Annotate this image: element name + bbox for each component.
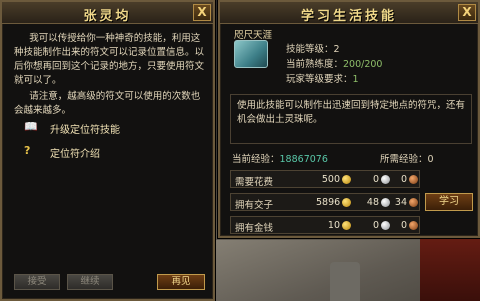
npc-dialog-titlebar[interactable]: 张灵均	[2, 2, 213, 24]
copper-amount: 34	[394, 197, 407, 208]
gold-coin-icon	[342, 221, 351, 230]
copper-coin-icon	[409, 198, 418, 207]
silver-coin-icon	[381, 175, 390, 184]
requirement-label: 玩家等级要求：	[286, 74, 353, 85]
silver-amount: 0	[372, 220, 379, 231]
goodbye-button[interactable]: 再见	[157, 274, 205, 290]
gold-amount: 10	[327, 220, 340, 231]
gold-amount: 5896	[316, 197, 341, 208]
skill-level-value: 2	[333, 44, 340, 55]
npc-dialog-paragraph: 我可以传授给你一种神奇的技能，利用这种技能制作出来的符文可以记录位置信息。以后你…	[14, 33, 205, 86]
cost-row: 需要花费 500 0 0	[230, 170, 420, 188]
owned-money-label: 拥有金钱	[235, 223, 274, 234]
current-exp: 当前经验：18867076	[232, 151, 328, 165]
required-exp: 所需经验：0	[380, 151, 434, 165]
silver-amount: 0	[372, 174, 379, 185]
skill-panel-title: 学习生活技能	[300, 9, 397, 24]
continue-button[interactable]: 继续	[67, 274, 113, 290]
option-label: 升级定位符技能	[50, 125, 120, 136]
red-pillar	[420, 230, 480, 301]
npc-dialog-text: 我可以传授给你一种神奇的技能，利用这种技能制作出来的符文可以记录位置信息。以后你…	[14, 32, 206, 120]
skill-description: 使用此技能可以制作出迅速回到特定地点的符咒，还有机会做出土灵珠呢。	[230, 94, 472, 144]
cost-label: 需要花费	[235, 177, 274, 188]
requirement-value: 1	[352, 74, 359, 85]
owned-money-row: 拥有金钱 10 0 0	[230, 216, 420, 234]
question-icon: ?	[24, 144, 31, 157]
current-exp-value: 18867076	[279, 154, 328, 165]
silver-coin-icon	[381, 221, 390, 230]
gold-coin-icon	[342, 198, 351, 207]
gold-amount: 500	[321, 174, 340, 185]
accept-button[interactable]: 接受	[14, 274, 60, 290]
copper-coin-icon	[409, 175, 418, 184]
silver-amount: 48	[366, 197, 379, 208]
book-icon: 📖	[24, 120, 38, 133]
level-requirement: 玩家等级要求：1	[286, 71, 359, 85]
owned-jiaozi-row: 拥有交子 5896 48 34	[230, 193, 420, 211]
proficiency-value: 200/200	[343, 59, 383, 70]
skill-level: 技能等级：2	[286, 41, 340, 55]
gold-coin-icon	[342, 175, 351, 184]
skill-name: 咫尺天涯	[234, 30, 273, 41]
option-label: 定位符介绍	[50, 149, 100, 160]
learn-life-skill-window: 学习生活技能 X 咫尺天涯 技能等级：2 当前熟练度：200/200 玩家等级要…	[218, 0, 480, 238]
copper-amount: 0	[400, 220, 407, 231]
learn-button[interactable]: 学习	[425, 193, 473, 211]
copper-coin-icon	[409, 221, 418, 230]
current-exp-label: 当前经验：	[232, 154, 280, 165]
stone-lantern	[330, 262, 360, 301]
npc-dialog-window: 张灵均 X 我可以传授给你一种神奇的技能，利用这种技能制作出来的符文可以记录位置…	[0, 0, 215, 301]
proficiency-label: 当前熟练度：	[286, 59, 344, 70]
required-exp-value: 0	[427, 154, 434, 165]
npc-dialog-paragraph: 请注意，越高级的符文可以使用的次数也会越来越多。	[14, 91, 201, 116]
required-exp-label: 所需经验：	[380, 154, 428, 165]
owned-jiaozi-label: 拥有交子	[235, 200, 274, 211]
close-skill-panel-button[interactable]: X	[458, 4, 476, 21]
npc-name-title: 张灵均	[83, 9, 132, 24]
close-npc-dialog-button[interactable]: X	[193, 4, 211, 21]
copper-amount: 0	[400, 174, 407, 185]
skill-panel-titlebar[interactable]: 学习生活技能	[220, 2, 478, 24]
skill-level-label: 技能等级：	[286, 44, 334, 55]
silver-coin-icon	[381, 198, 390, 207]
scroll-icon[interactable]	[234, 40, 268, 68]
skill-proficiency: 当前熟练度：200/200	[286, 56, 382, 70]
